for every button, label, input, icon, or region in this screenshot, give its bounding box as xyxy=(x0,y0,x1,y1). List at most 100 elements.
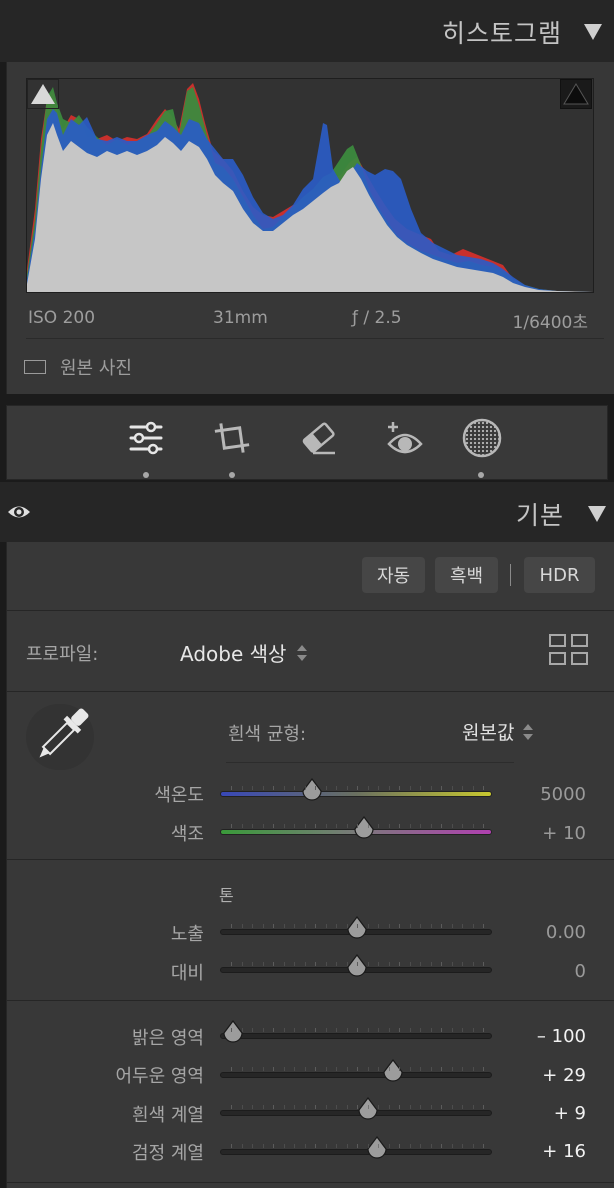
temp-slider[interactable] xyxy=(220,778,492,801)
slider-thumb[interactable] xyxy=(346,954,368,978)
slider-tick xyxy=(388,824,390,828)
slider-tick xyxy=(325,962,327,966)
slider-tick xyxy=(325,924,327,928)
slider-tick xyxy=(472,1105,474,1109)
hdr-button[interactable]: HDR xyxy=(524,557,595,593)
slider-thumb[interactable] xyxy=(346,916,368,940)
mask-tool[interactable] xyxy=(460,416,504,460)
slider-thumb[interactable] xyxy=(222,1020,244,1044)
slider-tick xyxy=(252,924,253,928)
slider-tick xyxy=(441,824,442,828)
highlights-slider[interactable] xyxy=(220,1020,492,1043)
auto-button[interactable]: 자동 xyxy=(362,557,425,593)
slider-tick xyxy=(262,1028,264,1032)
highlight-clipping-triangle-icon xyxy=(563,83,589,105)
temp-value[interactable]: 5000 xyxy=(506,784,586,805)
slider-tick xyxy=(462,1105,463,1109)
blacks-slider[interactable] xyxy=(220,1136,492,1159)
slider-tick xyxy=(273,1067,274,1071)
contrast-slider[interactable] xyxy=(220,954,492,977)
red-eye-tool[interactable] xyxy=(382,416,426,460)
exposure-value[interactable]: 0.00 xyxy=(506,922,586,943)
highlights-label: 밝은 영역 xyxy=(132,1028,204,1049)
slider-tick xyxy=(283,924,285,928)
slider-tick xyxy=(252,824,253,828)
slider-tick xyxy=(388,1067,390,1071)
slider-tick xyxy=(462,786,463,790)
profile-browser-grid-icon[interactable] xyxy=(548,633,590,667)
slider-tick xyxy=(420,1105,421,1109)
whites-value[interactable]: + 9 xyxy=(506,1103,586,1124)
histogram-header[interactable]: 히스토그램 xyxy=(0,0,614,62)
slider-tick xyxy=(294,1067,295,1071)
slider-tick xyxy=(346,786,348,790)
white-balance-picker[interactable] xyxy=(26,704,94,770)
slider-tick xyxy=(357,924,358,928)
slider-tick xyxy=(346,1028,348,1032)
original-photo-toggle[interactable]: 원본 사진 xyxy=(24,354,132,380)
slider-tick xyxy=(441,1067,442,1071)
tint-slider[interactable] xyxy=(220,816,492,839)
red-eye-icon xyxy=(387,422,423,454)
slider-thumb[interactable] xyxy=(301,778,323,802)
slider-tick xyxy=(399,962,400,966)
blacks-value[interactable]: + 16 xyxy=(506,1141,586,1162)
edit-tool-dot xyxy=(143,472,149,478)
tint-value[interactable]: + 10 xyxy=(506,823,586,844)
wb-dropdown[interactable]: 원본값 xyxy=(462,718,534,745)
slider-thumb[interactable] xyxy=(353,816,375,840)
highlights-value[interactable]: – 100 xyxy=(506,1026,586,1047)
slider-tick xyxy=(231,824,232,828)
slider-tick xyxy=(388,1028,390,1032)
slider-tick xyxy=(336,1028,337,1032)
slider-tick xyxy=(430,1028,432,1032)
slider-thumb[interactable] xyxy=(357,1097,379,1121)
slider-tick xyxy=(325,824,327,828)
shadows-value[interactable]: + 29 xyxy=(506,1065,586,1086)
collapse-triangle-icon[interactable] xyxy=(588,506,606,522)
slider-tick xyxy=(231,1067,232,1071)
crop-tool-dot xyxy=(229,472,235,478)
exposure-slider[interactable] xyxy=(220,916,492,939)
edit-tool[interactable] xyxy=(124,416,168,460)
slider-tick xyxy=(472,1144,474,1148)
slider-tick xyxy=(231,786,232,790)
slider-thumb[interactable] xyxy=(382,1059,404,1083)
slider-tick xyxy=(451,1144,453,1148)
checkbox[interactable] xyxy=(24,360,46,374)
shadow-clipping-button[interactable] xyxy=(27,79,59,109)
contrast-value[interactable]: 0 xyxy=(506,961,586,982)
slider-tick xyxy=(388,1105,390,1109)
exposure-label: 노출 xyxy=(170,924,204,945)
slider-tick xyxy=(409,824,411,828)
crop-tool[interactable] xyxy=(210,416,254,460)
slider-tick xyxy=(357,962,358,966)
slider-tick xyxy=(252,786,253,790)
wb-label: 흰색 균형: xyxy=(228,724,307,745)
slider-thumb[interactable] xyxy=(366,1136,388,1160)
slider-tick xyxy=(357,1144,358,1148)
slider-tick xyxy=(315,1105,316,1109)
slider-tick xyxy=(388,962,390,966)
slider-tick xyxy=(252,1028,253,1032)
basic-header[interactable]: 기본 xyxy=(0,482,614,542)
slider-tick xyxy=(262,786,264,790)
profile-dropdown[interactable]: Adobe 색상 xyxy=(180,638,308,667)
whites-slider[interactable] xyxy=(220,1097,492,1120)
healing-tool[interactable] xyxy=(297,416,341,460)
basic-panel xyxy=(6,542,614,1188)
slider-tick xyxy=(325,1028,327,1032)
highlight-clipping-button[interactable] xyxy=(560,79,592,109)
slider-tick xyxy=(430,1067,432,1071)
slider-tick xyxy=(472,962,474,966)
eye-visibility-icon[interactable] xyxy=(6,502,32,522)
slider-tick xyxy=(472,786,474,790)
slider-tick xyxy=(262,1067,264,1071)
slider-tick xyxy=(346,1105,348,1109)
shadows-slider[interactable] xyxy=(220,1059,492,1082)
slider-tick xyxy=(430,1105,432,1109)
slider-tick xyxy=(346,1067,348,1071)
slider-tick xyxy=(367,1105,369,1109)
bw-button[interactable]: 흑백 xyxy=(435,557,498,593)
collapse-triangle-icon[interactable] xyxy=(584,24,602,40)
